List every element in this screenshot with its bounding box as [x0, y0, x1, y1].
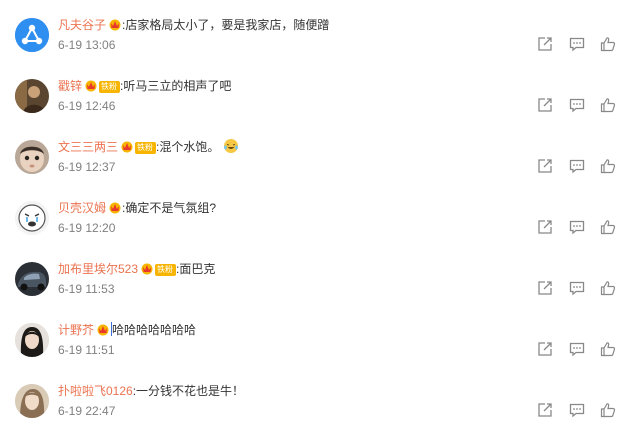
comment-icon: [569, 342, 585, 357]
comment-text: 哈哈哈哈哈哈哈: [112, 323, 197, 337]
crown-icon: [97, 324, 109, 336]
fan-badge: 铁粉: [135, 142, 157, 154]
like-button[interactable]: [600, 36, 616, 52]
crown-icon: [121, 141, 133, 153]
reply-button[interactable]: [569, 97, 585, 113]
crown-icon: [109, 202, 121, 214]
timestamp: 6-19 12:46: [58, 99, 116, 113]
comment-item: 戳锌 铁粉:听马三立的相声了吧 6-19 12:46: [0, 77, 622, 138]
avatar[interactable]: [15, 79, 49, 113]
crying-face-icon: [15, 201, 49, 235]
crown-icon: [85, 80, 97, 92]
reply-button[interactable]: [569, 158, 585, 174]
reply-button[interactable]: [569, 402, 585, 418]
avatar[interactable]: [15, 384, 49, 418]
fan-badge: 铁粉: [155, 264, 177, 276]
comment-item: 加布里埃尔523 铁粉:面巴克 6-19 11:53: [0, 260, 622, 321]
forward-icon: [538, 281, 552, 295]
reply-button[interactable]: [569, 280, 585, 296]
username-link[interactable]: 贝壳汉姆: [58, 201, 106, 215]
avatar[interactable]: [15, 262, 49, 296]
forward-button[interactable]: [537, 219, 553, 235]
timestamp: 6-19 11:51: [58, 343, 115, 357]
thumbs-up-icon: [600, 342, 616, 357]
forward-icon: [538, 403, 552, 417]
fan-badge: 铁粉: [99, 81, 121, 93]
forward-button[interactable]: [537, 280, 553, 296]
comment-item: 扑啦啦飞0126:一分钱不花也是牛！ 6-19 22:47: [0, 382, 622, 443]
thumbs-up-icon: [600, 403, 616, 418]
avatar[interactable]: [15, 323, 49, 357]
reply-button[interactable]: [569, 219, 585, 235]
reply-button[interactable]: [569, 341, 585, 357]
comment-text: 一分钱不花也是牛！: [136, 384, 245, 398]
like-button[interactable]: [600, 402, 616, 418]
comment-icon: [569, 159, 585, 174]
forward-button[interactable]: [537, 402, 553, 418]
comment-text: 混个水饱。: [159, 140, 220, 154]
comment-icon: [569, 37, 585, 52]
comment-text: 确定不是气氛组?: [125, 201, 217, 215]
avatar[interactable]: [15, 201, 49, 235]
crown-icon: [141, 263, 153, 275]
like-button[interactable]: [600, 341, 616, 357]
username-link[interactable]: 扑啦啦飞0126: [58, 384, 133, 398]
timestamp: 6-19 22:47: [58, 404, 116, 418]
comment-icon: [569, 281, 585, 296]
timestamp: 6-19 13:06: [58, 38, 116, 52]
thumbs-up-icon: [600, 98, 616, 113]
username-link[interactable]: 计野芥: [58, 323, 94, 337]
forward-icon: [538, 342, 552, 356]
comment-icon: [569, 403, 585, 418]
thumbs-up-icon: [600, 281, 616, 296]
woman-portrait-icon: [15, 384, 49, 418]
comment-text: 店家格局太小了，要是我家店，随便蹭: [125, 18, 330, 32]
comment-text: 面巴克: [179, 262, 216, 276]
username-link[interactable]: 凡夫谷子: [58, 18, 106, 32]
like-button[interactable]: [600, 280, 616, 296]
thumbs-up-icon: [600, 37, 616, 52]
like-button[interactable]: [600, 97, 616, 113]
person-photo-icon: [15, 79, 49, 113]
timestamp: 6-19 12:37: [58, 160, 116, 174]
crown-icon: [109, 19, 121, 31]
comment-item: 凡夫谷子:店家格局太小了，要是我家店，随便蹭 6-19 13:06: [0, 16, 622, 77]
forward-button[interactable]: [537, 97, 553, 113]
comment-list: 凡夫谷子:店家格局太小了，要是我家店，随便蹭 6-19 13:06 戳锌 铁粉:听…: [0, 0, 622, 444]
like-button[interactable]: [600, 158, 616, 174]
username-link[interactable]: 加布里埃尔523: [58, 262, 138, 276]
forward-icon: [538, 98, 552, 112]
forward-button[interactable]: [537, 158, 553, 174]
comment-icon: [569, 98, 585, 113]
like-button[interactable]: [600, 219, 616, 235]
username-link[interactable]: 戳锌: [58, 79, 82, 93]
thumbs-up-icon: [600, 159, 616, 174]
avatar[interactable]: [15, 18, 49, 52]
forward-button[interactable]: [537, 36, 553, 52]
comment-icon: [569, 220, 585, 235]
comment-item: 文三三两三 铁粉:混个水饱。 6-19 12:37: [0, 138, 622, 199]
forward-button[interactable]: [537, 341, 553, 357]
baby-face-icon: [15, 140, 49, 174]
timestamp: 6-19 11:53: [58, 282, 115, 296]
forward-icon: [538, 159, 552, 173]
laughing-tears-emoji-icon: [224, 139, 239, 153]
avatar[interactable]: [15, 140, 49, 174]
car-photo-icon: [15, 262, 49, 296]
timestamp: 6-19 12:20: [58, 221, 116, 235]
reply-button[interactable]: [569, 36, 585, 52]
username-link[interactable]: 文三三两三: [58, 140, 118, 154]
share-network-icon: [15, 18, 49, 52]
thumbs-up-icon: [600, 220, 616, 235]
comment-item: 贝壳汉姆:确定不是气氛组? 6-19 12:20: [0, 199, 622, 260]
comment-item: 计野芥 哈哈哈哈哈哈哈 6-19 11:51: [0, 321, 622, 382]
forward-icon: [538, 37, 552, 51]
forward-icon: [538, 220, 552, 234]
girl-portrait-icon: [15, 323, 49, 357]
comment-text: 听马三立的相声了吧: [123, 79, 232, 93]
